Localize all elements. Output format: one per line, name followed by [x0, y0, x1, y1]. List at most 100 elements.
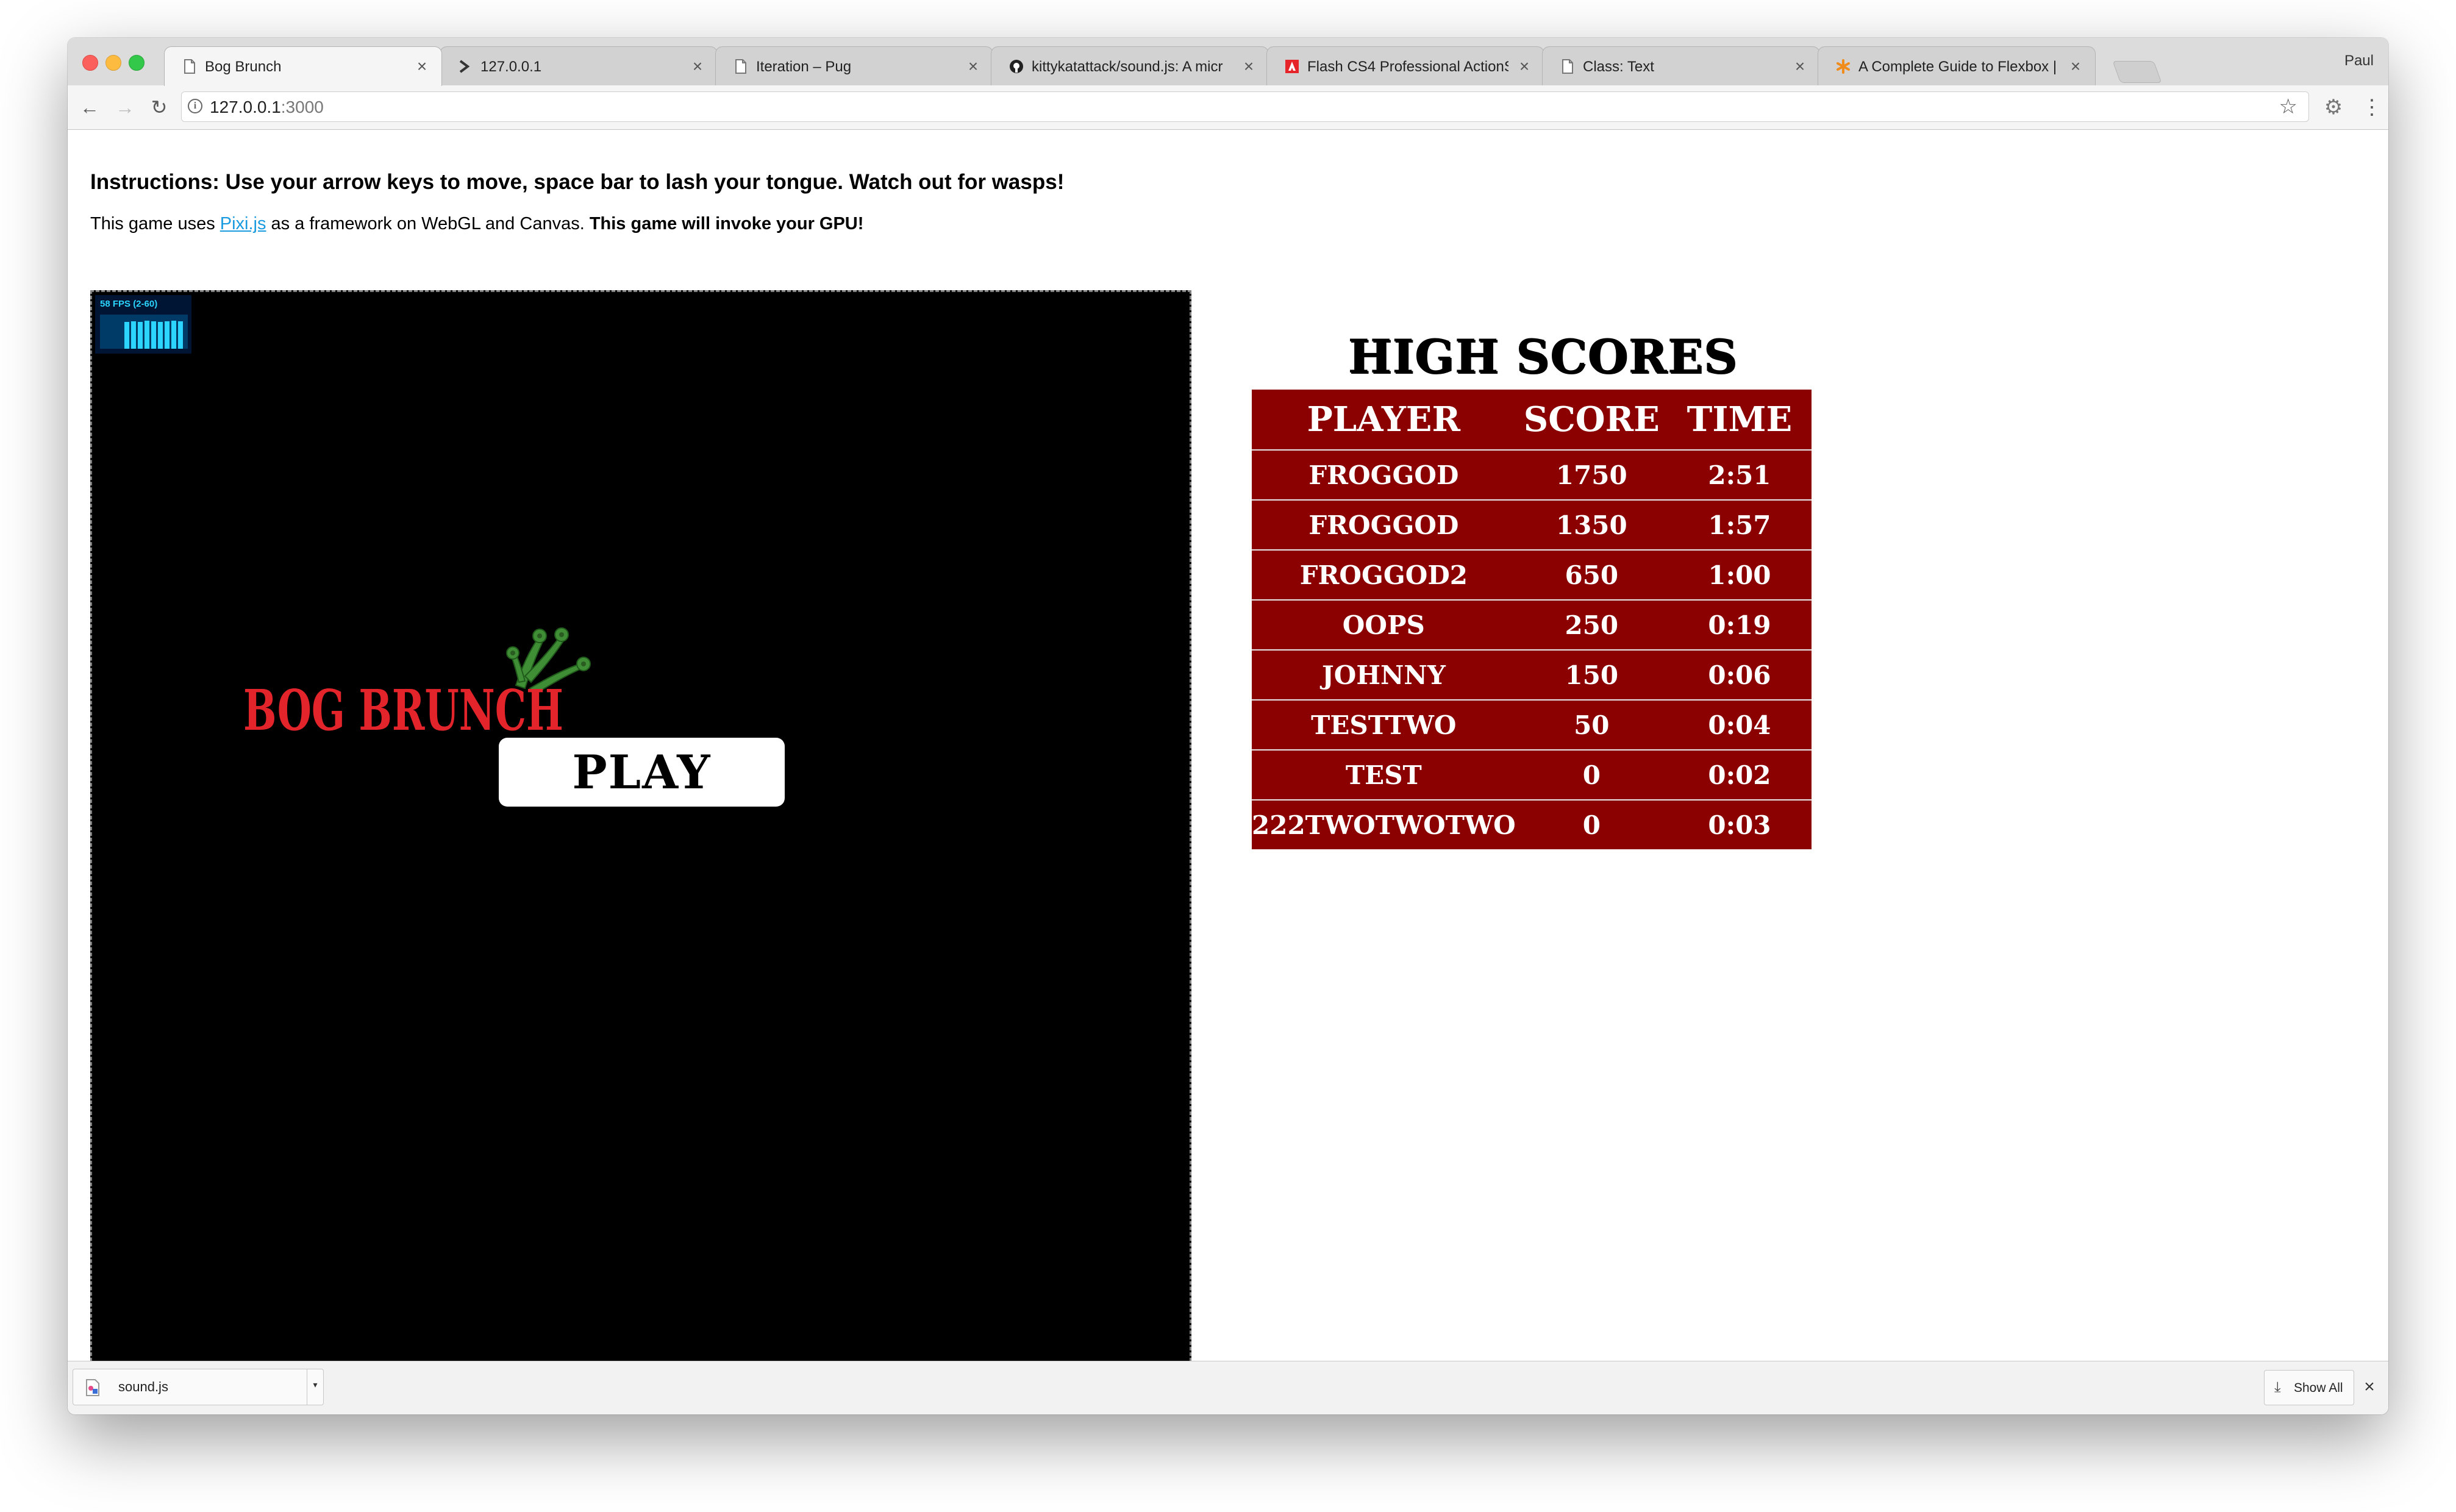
time-cell: 2:51 [1708, 460, 1771, 490]
header-time: TIME [1667, 390, 1812, 451]
time-cell: 0:02 [1667, 749, 1812, 800]
profile-name[interactable]: Paul [2344, 52, 2374, 70]
new-tab-button[interactable] [2112, 61, 2162, 83]
extension-gear-icon[interactable]: ⚙ [2322, 96, 2344, 118]
document-icon [182, 59, 198, 74]
page-content: Instructions: Use your arrow keys to mov… [68, 130, 2388, 1389]
time-cell: 0:03 [1667, 799, 1812, 849]
toolbar: ← → ↻ i 127.0.0.1:3000 ☆ ⚙ ⋮ [68, 85, 2388, 130]
framework-prefix: This game uses [90, 214, 220, 234]
tab-flash-cs4[interactable]: Flash CS4 Professional ActionS × [1266, 46, 1544, 85]
table-row: FROGGOD2 650 1:00 [1252, 549, 1812, 600]
close-shelf-icon[interactable]: × [2363, 1377, 2376, 1397]
high-scores-title: HIGH SCORES [1348, 329, 1738, 383]
player-cell: 222TWOTWOTWO [1252, 799, 1516, 849]
close-window-button[interactable] [82, 55, 98, 71]
show-all-label: Show All [2294, 1381, 2343, 1395]
time-cell: 1:00 [1667, 549, 1812, 600]
tab-close-icon[interactable]: × [2067, 58, 2084, 75]
fps-bar [145, 321, 149, 349]
table-row: OOPS 250 0:19 [1252, 599, 1812, 650]
back-icon[interactable]: ← [79, 96, 101, 118]
github-icon [1008, 59, 1024, 74]
player-cell: TESTTWO [1252, 699, 1516, 750]
zoom-window-button[interactable] [129, 55, 145, 71]
tab-close-icon[interactable]: × [689, 58, 706, 75]
url-text[interactable]: 127.0.0.1:3000 [210, 98, 324, 117]
table-row: JOHNNY 150 0:06 [1252, 649, 1812, 700]
fps-bar [178, 321, 183, 349]
table-row: FROGGOD 1750 2:51 [1252, 450, 1812, 500]
tab-title: A Complete Guide to Flexbox | C [1858, 59, 2060, 75]
score-cell: 250 [1515, 599, 1668, 650]
fps-bar [131, 321, 136, 349]
time-cell: 0:04 [1667, 699, 1812, 750]
pixi-link[interactable]: Pixi.js [220, 214, 266, 234]
score-cell: 1750 [1555, 460, 1627, 490]
tab-title: Iteration – Pug [756, 59, 852, 75]
tab-title: Bog Brunch [205, 59, 282, 75]
table-row: TEST 0 0:02 [1252, 749, 1812, 800]
play-button[interactable]: PLAY [499, 738, 785, 807]
tab-soundjs-github[interactable]: kittykatattack/sound.js: A micr × [991, 46, 1269, 85]
score-cell: 0 [1515, 799, 1668, 849]
tab-flexbox-guide[interactable]: A Complete Guide to Flexbox | C × [1818, 46, 2096, 85]
player-cell: TEST [1252, 749, 1516, 800]
score-cell: 0 [1515, 749, 1668, 800]
header-score: SCORE [1515, 390, 1668, 451]
framework-middle: as a framework on WebGL and Canvas. [266, 214, 590, 234]
url-host: 127.0.0.1 [210, 98, 281, 116]
game-canvas[interactable]: 58 FPS (2-60) BOG BRUNCH PLAY [90, 290, 1191, 1389]
tab-class-text[interactable]: Class: Text × [1542, 46, 1820, 85]
download-item[interactable]: sound.js ▾ [73, 1369, 324, 1405]
player-cell: FROGGOD [1308, 460, 1459, 490]
score-cell: 50 [1515, 699, 1668, 750]
high-scores-table: PLAYER SCORE TIME FROGGOD 1750 2:51 FROG… [1252, 390, 1812, 849]
tab-title: kittykatattack/sound.js: A micr [1032, 59, 1223, 75]
browser-window: Bog Brunch × 127.0.0.1 × Iteration – Pug… [68, 38, 2388, 1414]
address-bar[interactable]: i 127.0.0.1:3000 ☆ [181, 91, 2309, 122]
fps-bar [138, 322, 143, 349]
fps-bar [171, 321, 176, 349]
time-cell: 1:57 [1667, 499, 1812, 550]
player-cell: OOPS [1252, 599, 1516, 650]
download-arrow-icon: ⤓ [2274, 1379, 2281, 1396]
game-logo: BOG BRUNCH [243, 627, 591, 743]
table-row: TESTTWO 50 0:04 [1252, 699, 1812, 750]
reload-icon[interactable]: ↻ [148, 96, 170, 118]
player-cell: FROGGOD [1252, 499, 1516, 550]
tab-strip: Bog Brunch × 127.0.0.1 × Iteration – Pug… [68, 38, 2388, 86]
tab-bog-brunch[interactable]: Bog Brunch × [164, 46, 442, 86]
tab-localhost[interactable]: 127.0.0.1 × [440, 46, 718, 85]
score-cell: 150 [1515, 649, 1668, 700]
tab-close-icon[interactable]: × [965, 58, 982, 75]
asterisk-icon [1835, 59, 1851, 74]
document-icon [1560, 59, 1576, 74]
score-cell: 1350 [1515, 499, 1668, 550]
url-port: :3000 [280, 98, 324, 116]
terminal-icon [457, 59, 473, 74]
instructions-text: Instructions: Use your arrow keys to mov… [90, 170, 1065, 194]
tab-close-icon[interactable]: × [1791, 58, 1808, 75]
forward-icon[interactable]: → [114, 96, 136, 118]
tab-close-icon[interactable]: × [413, 58, 430, 75]
bookmark-star-icon[interactable]: ☆ [2279, 96, 2297, 118]
tab-iteration-pug[interactable]: Iteration – Pug × [715, 46, 993, 85]
time-cell: 0:06 [1667, 649, 1812, 700]
framework-note: This game uses Pixi.js as a framework on… [90, 212, 863, 235]
table-row: FROGGOD 1350 1:57 [1252, 499, 1812, 550]
download-shelf: sound.js ▾ ⤓ Show All × [68, 1361, 2388, 1414]
fps-bar [165, 321, 170, 349]
tab-close-icon[interactable]: × [1516, 58, 1533, 75]
minimize-window-button[interactable] [105, 55, 121, 71]
tab-close-icon[interactable]: × [1240, 58, 1257, 75]
show-all-downloads-button[interactable]: ⤓ Show All [2264, 1370, 2354, 1405]
info-icon[interactable]: i [188, 99, 202, 113]
player-cell: FROGGOD2 [1252, 549, 1516, 600]
menu-kebab-icon[interactable]: ⋮ [2361, 96, 2382, 118]
tab-title: Flash CS4 Professional ActionS [1307, 59, 1508, 75]
download-file-name: sound.js [118, 1379, 168, 1394]
fps-bar [124, 322, 129, 349]
download-options-caret-icon[interactable]: ▾ [307, 1369, 323, 1405]
score-cell: 650 [1515, 549, 1668, 600]
